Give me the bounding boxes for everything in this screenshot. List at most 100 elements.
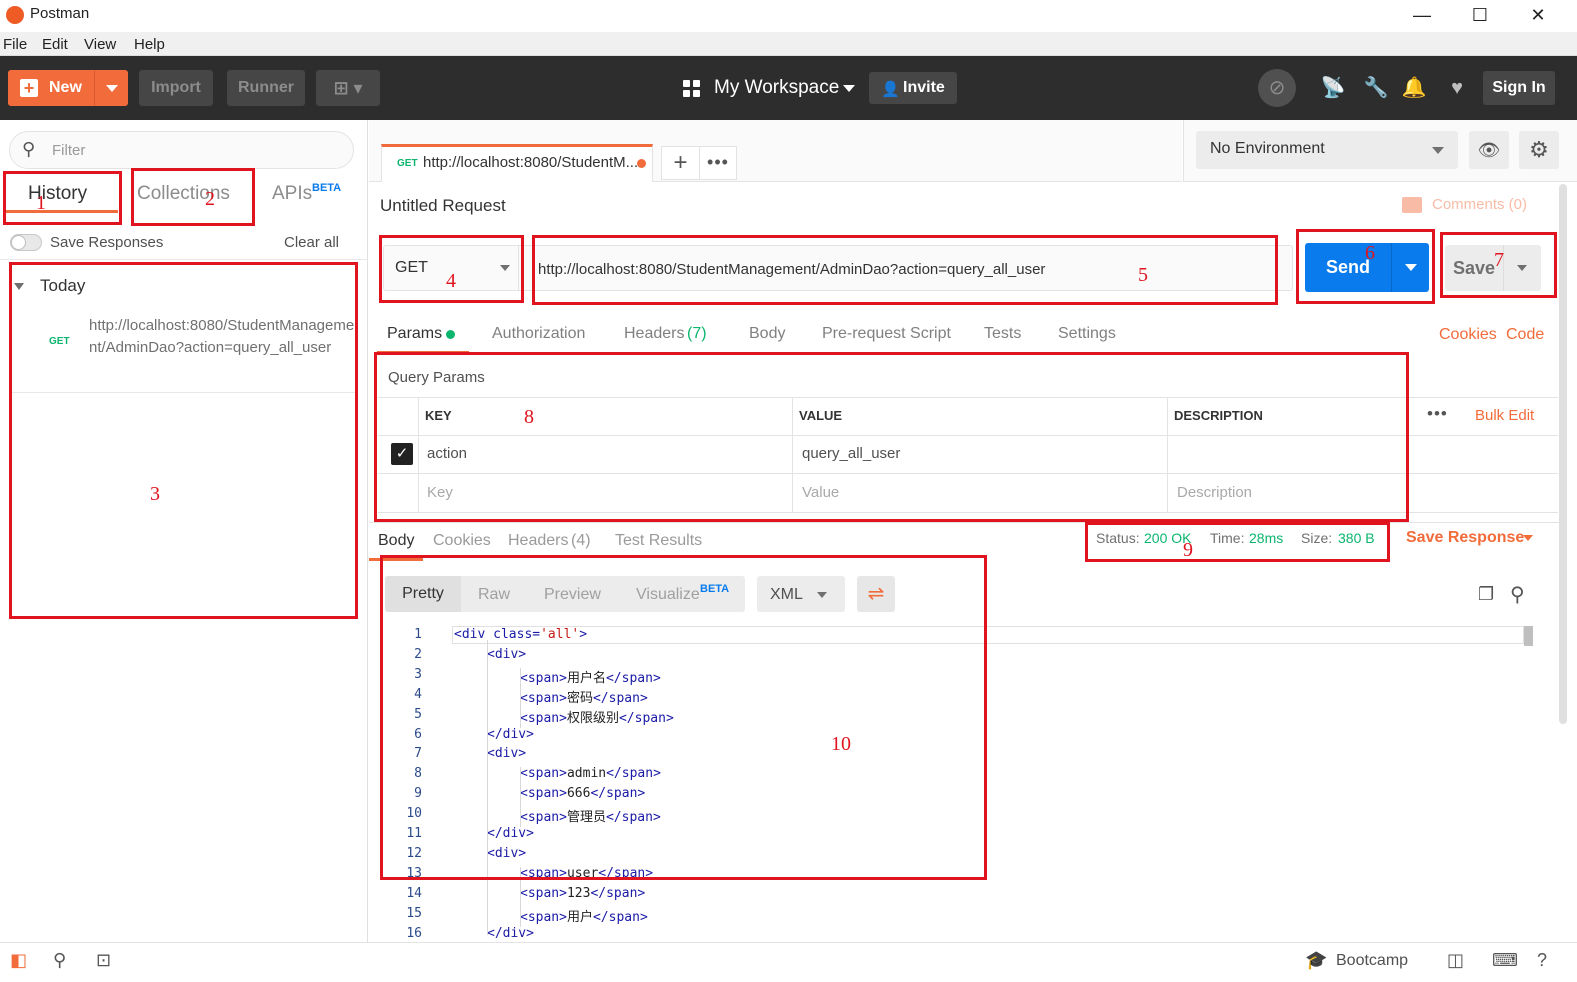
title-bar	[0, 0, 1577, 32]
chevron-down-icon	[106, 85, 118, 92]
tab-settings[interactable]: Settings	[1058, 325, 1116, 343]
find-icon[interactable]: ⚲	[53, 950, 66, 971]
more-options-button[interactable]: •••	[1427, 404, 1448, 424]
annotation-box-10	[380, 555, 987, 880]
code-link[interactable]: Code	[1506, 326, 1544, 344]
save-responses-label: Save Responses	[50, 234, 164, 251]
cookies-link[interactable]: Cookies	[1439, 326, 1497, 344]
search-icon[interactable]: ⚲	[1510, 582, 1525, 607]
import-button[interactable]: Import	[139, 70, 213, 106]
plus-icon: +	[20, 79, 38, 97]
keyboard-shortcuts-icon[interactable]: ⌨	[1492, 950, 1518, 971]
copy-icon[interactable]: ❐	[1478, 584, 1494, 605]
annotation-box-9	[1085, 522, 1390, 562]
eye-icon[interactable]: 👁	[1469, 131, 1509, 169]
tab-params[interactable]: Params	[387, 325, 442, 343]
annotation-box-8	[374, 352, 1409, 522]
response-tab-headers[interactable]: Headers	[508, 532, 568, 550]
response-tab-test-results[interactable]: Test Results	[615, 532, 702, 550]
satellite-icon[interactable]: 📡	[1320, 76, 1346, 100]
minimize-button[interactable]: —	[1402, 2, 1442, 28]
new-button[interactable]: + New	[8, 70, 94, 106]
new-dropdown-button[interactable]	[94, 70, 128, 106]
tab-apis[interactable]: APIs	[272, 183, 312, 205]
postman-logo-icon	[6, 6, 24, 24]
runner-button[interactable]: Runner	[227, 70, 305, 106]
unsaved-dot-icon	[637, 159, 646, 168]
response-tab-body[interactable]: Body	[378, 532, 414, 550]
line-number: 14	[406, 886, 422, 901]
menu-bar	[0, 32, 1577, 56]
tab-authorization[interactable]: Authorization	[492, 325, 585, 343]
menu-view[interactable]: View	[84, 36, 116, 53]
bell-icon[interactable]: 🔔	[1401, 76, 1427, 100]
annotation-box-6	[1296, 229, 1435, 304]
console-icon[interactable]: ⊡	[96, 950, 111, 971]
request-name[interactable]: Untitled Request	[380, 196, 506, 216]
bootcamp-link[interactable]: Bootcamp	[1336, 952, 1408, 970]
annotation-number: 7	[1494, 249, 1504, 271]
gear-icon[interactable]: ⚙	[1519, 131, 1559, 169]
divider	[0, 259, 368, 260]
more-tabs-button[interactable]: •••	[699, 146, 737, 180]
help-icon[interactable]: ?	[1537, 950, 1547, 971]
code-text: 123	[566, 886, 591, 901]
annotation-box-5	[532, 235, 1278, 305]
invite-button[interactable]: 👤 Invite	[869, 72, 957, 104]
code-tag: </div>	[487, 926, 534, 941]
tab-headers[interactable]: Headers	[624, 325, 684, 343]
workspace-grid-icon	[683, 80, 701, 98]
request-tab-method: GET	[397, 158, 418, 169]
filter-input[interactable]	[52, 138, 332, 162]
headers-count: (7)	[687, 325, 707, 342]
tab-pre-request-script[interactable]: Pre-request Script	[822, 325, 951, 343]
menu-edit[interactable]: Edit	[42, 36, 68, 53]
save-response-button[interactable]: Save Response	[1406, 529, 1524, 547]
search-icon: ⚲	[22, 139, 36, 159]
code-scrollbar[interactable]	[1524, 626, 1533, 646]
new-button-label: New	[49, 79, 82, 96]
sync-off-icon[interactable]: ⊘	[1258, 69, 1296, 107]
wrench-icon[interactable]: 🔧	[1363, 76, 1389, 100]
workspace-chevron-down-icon[interactable]	[843, 85, 855, 92]
save-responses-toggle[interactable]	[10, 234, 42, 251]
annotation-box-3	[9, 262, 358, 619]
annotation-box-2	[131, 168, 255, 226]
annotation-number: 8	[524, 406, 534, 428]
chevron-down-icon[interactable]	[1432, 147, 1444, 154]
add-tab-button[interactable]: +	[661, 146, 699, 180]
code-line: <span>用户</span>	[520, 906, 648, 925]
annotation-number: 4	[446, 270, 456, 292]
code-text: 用户	[566, 910, 593, 925]
comments-link[interactable]: Comments (0)	[1432, 196, 1527, 213]
code-line: </div>	[487, 926, 534, 941]
sign-in-button[interactable]: Sign In	[1483, 71, 1555, 105]
tab-tests[interactable]: Tests	[984, 325, 1021, 343]
two-pane-view-icon[interactable]: ◫	[1447, 950, 1464, 971]
tab-body[interactable]: Body	[749, 325, 785, 343]
annotation-number: 6	[1365, 242, 1375, 264]
response-headers-count: (4)	[571, 532, 591, 549]
annotation-number: 1	[36, 192, 46, 214]
new-window-button[interactable]: ⊞ ▾	[316, 70, 380, 106]
request-tab-title[interactable]: http://localhost:8080/StudentM...	[423, 154, 638, 171]
bulk-edit-link[interactable]: Bulk Edit	[1475, 407, 1534, 424]
main-scrollbar[interactable]	[1559, 184, 1567, 724]
code-tag: </span>	[592, 910, 648, 925]
code-tag: </span>	[590, 886, 646, 901]
chevron-down-icon[interactable]	[1523, 535, 1533, 541]
bootcamp-icon[interactable]: 🎓	[1305, 950, 1327, 971]
environment-selected[interactable]: No Environment	[1210, 140, 1325, 158]
close-window-button[interactable]: ✕	[1518, 2, 1558, 28]
response-tab-cookies[interactable]: Cookies	[433, 532, 491, 550]
menu-file[interactable]: File	[3, 36, 27, 53]
add-user-icon: 👤	[881, 81, 900, 98]
annotation-number: 2	[205, 188, 215, 210]
maximize-button[interactable]: ☐	[1460, 2, 1500, 28]
toggle-sidebar-icon[interactable]: ◧	[10, 950, 27, 971]
code-line: <span>123</span>	[520, 886, 645, 901]
clear-all-button[interactable]: Clear all	[284, 234, 339, 251]
menu-help[interactable]: Help	[134, 36, 165, 53]
workspace-selector[interactable]: My Workspace	[714, 77, 839, 99]
heart-icon[interactable]: ♥	[1444, 76, 1470, 100]
